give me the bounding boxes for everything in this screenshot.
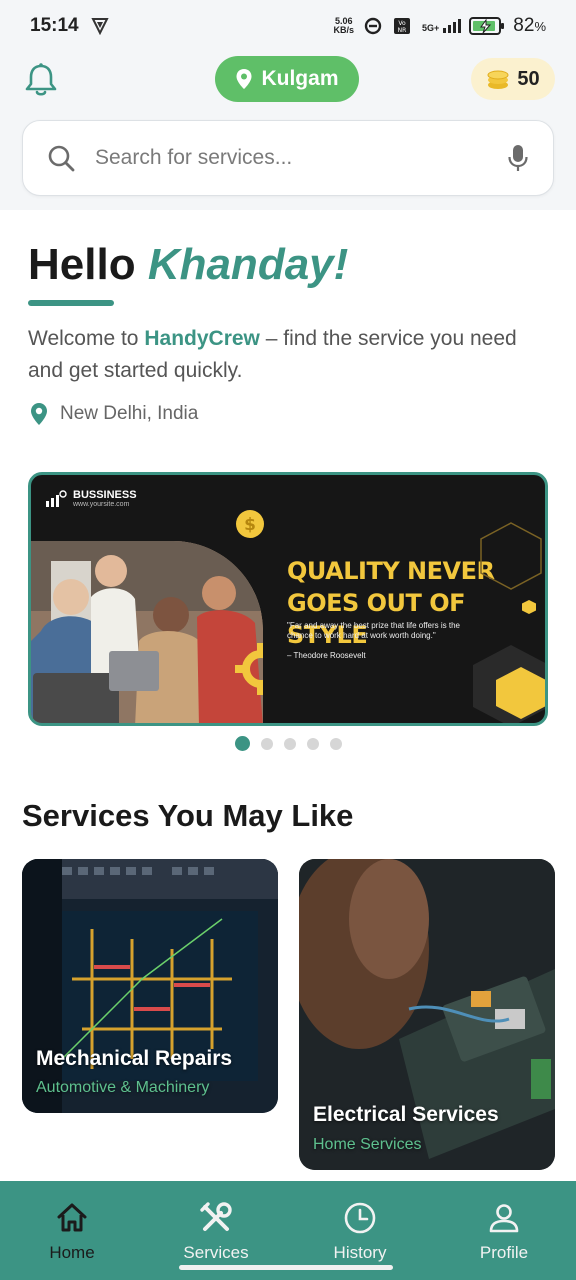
carousel-indicator [235, 736, 342, 751]
team-photo [31, 541, 263, 723]
status-time: 15:14 [30, 15, 79, 36]
cad-blueprint-image [22, 859, 278, 1113]
svg-text:Vo: Vo [398, 20, 406, 27]
coins-badge[interactable]: 50 [471, 58, 555, 100]
microphone-icon[interactable] [507, 144, 529, 172]
status-indicators: 5.06 KB/s Vo NR 5G+ 82% [334, 15, 546, 37]
volte-icon: Vo NR [394, 18, 411, 34]
battery-percent: 82% [513, 15, 546, 36]
greeting-heading: Hello Khanday! [28, 240, 349, 289]
service-card-mechanical[interactable]: Mechanical Repairs Automotive & Machiner… [22, 859, 278, 1113]
search-icon [48, 145, 75, 172]
user-location-label: New Delhi, India [60, 403, 199, 424]
greeting-underline [28, 300, 114, 306]
banner-quote-author: – Theodore Roosevelt [287, 651, 366, 660]
net-speed: 5.06 KB/s [333, 16, 355, 35]
services-section-title: Services You May Like [22, 798, 354, 833]
battery-icon [469, 17, 505, 35]
gesture-handle[interactable] [179, 1265, 393, 1270]
search-bar[interactable]: Search for services... [22, 120, 554, 196]
clock-icon [344, 1202, 376, 1234]
map-pin-icon [236, 69, 252, 89]
welcome-text: Welcome to HandyCrew – find the service … [28, 327, 517, 382]
hexagon-outline-icon [480, 522, 542, 590]
location-pin-icon [31, 403, 47, 425]
signal-icon: 5G+ [422, 19, 462, 33]
banner-brand: BUSSINESS www.yoursite.com [45, 489, 137, 508]
svg-text:$: $ [244, 515, 256, 535]
link-icon [364, 17, 382, 35]
location-selector-button[interactable]: Kulgam [215, 56, 359, 102]
promo-banner[interactable]: BUSSINESS www.yoursite.com $ QUALITY NEV… [28, 472, 548, 726]
top-header: Kulgam 50 Search for services... [0, 52, 576, 210]
search-input[interactable]: Search for services... [95, 146, 507, 170]
status-bar: 15:14 5.06 KB/s Vo NR 5G+ 82% [0, 0, 576, 52]
nav-profile[interactable]: Profile [432, 1181, 576, 1280]
service-card-electrical[interactable]: Electrical Services Home Services [299, 859, 555, 1170]
carousel-dot[interactable] [235, 736, 250, 751]
service-card-title: Electrical Services [313, 1103, 499, 1126]
location-label: Kulgam [261, 67, 339, 90]
svg-text:NR: NR [398, 27, 407, 34]
carousel-dot[interactable] [261, 737, 273, 750]
service-card-subtitle: Automotive & Machinery [36, 1079, 210, 1096]
home-icon [57, 1203, 87, 1232]
service-card-title: Mechanical Repairs [36, 1047, 233, 1070]
banner-quote: "Far and away the best prize that life o… [287, 621, 461, 640]
nav-services-label: Services [183, 1243, 249, 1262]
vpn-shield-icon [90, 18, 109, 35]
service-card-subtitle: Home Services [313, 1136, 422, 1153]
dollar-coin-icon: $ [236, 510, 264, 538]
user-name: Khanday! [147, 240, 349, 289]
person-icon [489, 1204, 519, 1233]
nav-history-label: History [333, 1243, 387, 1262]
nav-home[interactable]: Home [0, 1181, 144, 1280]
brand-name: HandyCrew [144, 327, 260, 350]
user-location: New Delhi, India [30, 402, 198, 426]
small-hexagon-icon [522, 600, 536, 614]
coins-count: 50 [517, 67, 540, 90]
tools-icon [200, 1202, 232, 1231]
nav-home-label: Home [49, 1243, 95, 1262]
bar-chart-logo-icon [46, 489, 67, 507]
hexagon-shape-icon [473, 645, 545, 723]
carousel-dot[interactable] [284, 737, 296, 750]
bell-icon[interactable] [24, 62, 58, 98]
carousel-dot[interactable] [330, 737, 342, 750]
nav-profile-label: Profile [479, 1243, 529, 1262]
carousel-dot[interactable] [307, 737, 319, 750]
coins-icon [487, 70, 509, 89]
gear-icon [235, 643, 263, 695]
